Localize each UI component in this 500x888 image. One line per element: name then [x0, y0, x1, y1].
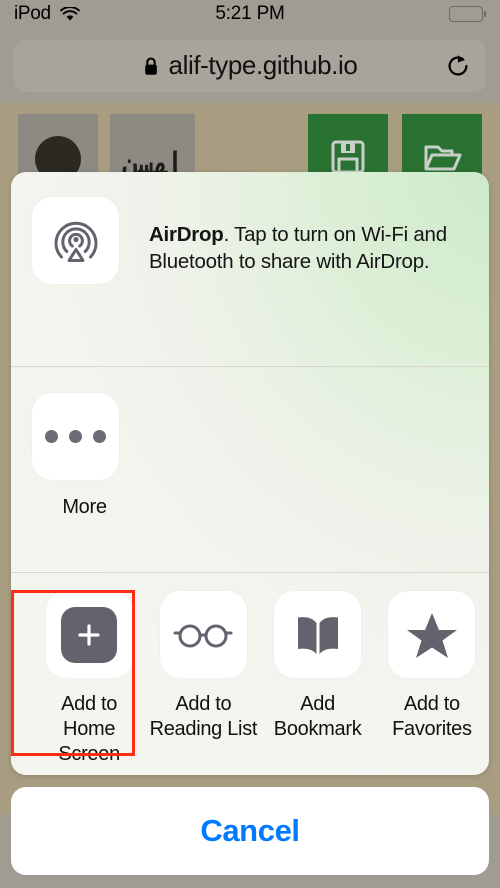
wifi-icon [59, 6, 80, 22]
add-to-favorites-label: Add to Favorites [392, 693, 472, 740]
more-button[interactable]: More [32, 393, 137, 520]
star-icon [406, 612, 457, 658]
address-bar-content: alif-type.github.io [14, 50, 486, 81]
status-bar-right [285, 6, 487, 22]
share-sheet: AirDrop. Tap to turn on Wi-Fi and Blueto… [11, 172, 489, 775]
add-bookmark-tile[interactable] [274, 591, 362, 678]
address-bar[interactable]: alif-type.github.io [14, 39, 486, 92]
more-tile[interactable] [32, 393, 119, 480]
cancel-label: Cancel [200, 813, 300, 848]
cancel-button[interactable]: Cancel [11, 787, 489, 875]
add-to-home-screen-label: Add to Home Screen [58, 693, 120, 765]
plus-square-icon [61, 606, 118, 663]
add-to-home-screen-tile[interactable] [45, 591, 133, 678]
device-screen: iPod 5:21 PM alif-type.github.io اﻬﺳن Ai… [0, 0, 500, 888]
airdrop-title: AirDrop [149, 223, 224, 246]
status-bar: iPod 5:21 PM [0, 0, 500, 28]
airdrop-tile[interactable] [32, 197, 119, 284]
add-to-reading-list-label: Add to Reading List [149, 693, 258, 740]
add-to-favorites-button[interactable]: Add to Favorites [375, 591, 489, 775]
ellipsis-icon [45, 430, 106, 443]
url-text: alif-type.github.io [168, 50, 358, 80]
airdrop-description: AirDrop. Tap to turn on Wi-Fi and Blueto… [149, 221, 459, 275]
lock-icon [143, 56, 159, 76]
more-label: More [62, 496, 107, 518]
airdrop-row[interactable]: AirDrop. Tap to turn on Wi-Fi and Blueto… [11, 172, 489, 366]
reload-icon [448, 54, 468, 75]
folder-icon [424, 145, 462, 171]
glasses-icon [173, 624, 233, 647]
add-to-reading-list-tile[interactable] [159, 591, 247, 678]
clock-label: 5:21 PM [215, 3, 285, 24]
status-bar-left: iPod [14, 3, 215, 25]
airdrop-icon [54, 221, 97, 262]
reload-button[interactable] [442, 50, 474, 82]
add-bookmark-button[interactable]: Add Bookmark [261, 591, 375, 775]
apps-row: More [11, 367, 489, 572]
carrier-label: iPod [14, 3, 51, 24]
add-to-reading-list-button[interactable]: Add to Reading List [146, 591, 260, 775]
floppy-disk-icon [331, 140, 365, 174]
add-bookmark-label: Add Bookmark [273, 693, 362, 740]
browser-toolbar: alif-type.github.io [0, 28, 500, 103]
add-to-favorites-tile[interactable] [388, 591, 476, 678]
actions-row: Add to Home Screen Add to Reading List A… [11, 573, 489, 775]
battery-full-icon [448, 6, 487, 22]
open-book-icon [297, 616, 338, 654]
add-to-home-screen-button[interactable]: Add to Home Screen [32, 591, 146, 775]
